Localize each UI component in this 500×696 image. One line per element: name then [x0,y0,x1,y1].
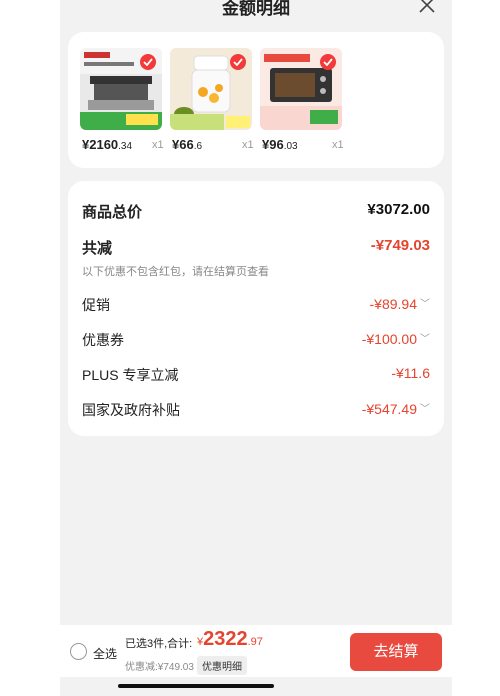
total-reduction-value: -¥749.03 [370,237,430,254]
range-hood-product-image [80,48,162,130]
select-all-label[interactable]: 全选 [93,645,117,662]
discount-detail-button[interactable]: 优惠明细 [197,656,247,675]
checkout-bar: 全选 已选3件,合计: ¥2322.97 优惠减:¥749.03 优惠明细 去结… [60,625,452,677]
product-quantity: x1 [332,139,344,151]
discount-label: 优惠券 [82,332,124,348]
discount-row-coupon[interactable]: 优惠券 -¥100.00 ﹀ [82,330,430,350]
discount-label: 促销 [82,297,110,313]
amount-detail-panel: 金额明细 ¥2160.34 x1 ¥66.6 x1 ¥96.03 x1 商品总价… [60,0,452,696]
product-item[interactable]: ¥96.03 x1 [260,48,344,155]
panel-header: 金额明细 [60,0,452,22]
home-indicator [118,684,274,688]
chevron-down-icon: ﹀ [420,404,430,415]
product-price: ¥96.03 [262,137,298,152]
checkout-button[interactable]: 去结算 [350,633,442,671]
product-item[interactable]: ¥66.6 x1 [170,48,254,155]
checked-icon [320,54,336,70]
discount-value: -¥11.6 [391,365,430,381]
discount-row-plus: PLUS 专享立减 -¥11.6 [82,365,430,385]
goods-total-value: ¥3072.00 [367,201,430,218]
discount-value: -¥100.00 ﹀ [361,331,430,347]
product-quantity: x1 [242,139,254,151]
total-reduction-label: 共减 [82,240,113,257]
toaster-oven-product-image [260,48,342,130]
checked-icon [230,54,246,70]
checked-icon [140,54,156,70]
discount-value: -¥89.94 ﹀ [369,296,430,312]
price-summary-card: 商品总价 ¥3072.00 共减 -¥749.03 以下优惠不包含红包，请在结算… [68,181,444,436]
product-price: ¥2160.34 [82,137,133,152]
product-quantity: x1 [152,139,164,151]
chevron-down-icon: ﹀ [420,299,430,310]
product-price: ¥66.6 [172,137,203,152]
product-item[interactable]: ¥2160.34 x1 [80,48,164,155]
discount-summary: 优惠减:¥749.03 [125,662,194,673]
food-chopper-product-image [170,48,252,130]
select-all-radio[interactable] [70,643,87,660]
total-amount: ¥2322.97 [197,628,263,650]
discount-label: 国家及政府补贴 [82,402,180,418]
discount-row-subsidy[interactable]: 国家及政府补贴 -¥547.49 ﹀ [82,400,430,420]
discount-note: 以下优惠不包含红包，请在结算页查看 [82,266,269,278]
goods-total-label: 商品总价 [82,204,143,221]
selected-count: 已选3件,合计: [125,638,193,650]
discount-value: -¥547.49 ﹀ [361,401,430,417]
discount-label: PLUS 专享立减 [82,367,179,383]
product-list-card: ¥2160.34 x1 ¥66.6 x1 ¥96.03 x1 [68,32,444,168]
chevron-down-icon: ﹀ [420,334,430,345]
panel-title: 金额明细 [222,0,290,18]
total-reduction-row: 共减 -¥749.03 [82,237,430,257]
goods-total-row: 商品总价 ¥3072.00 [82,201,430,221]
discount-row-promotion[interactable]: 促销 -¥89.94 ﹀ [82,295,430,315]
close-icon[interactable] [416,0,438,16]
